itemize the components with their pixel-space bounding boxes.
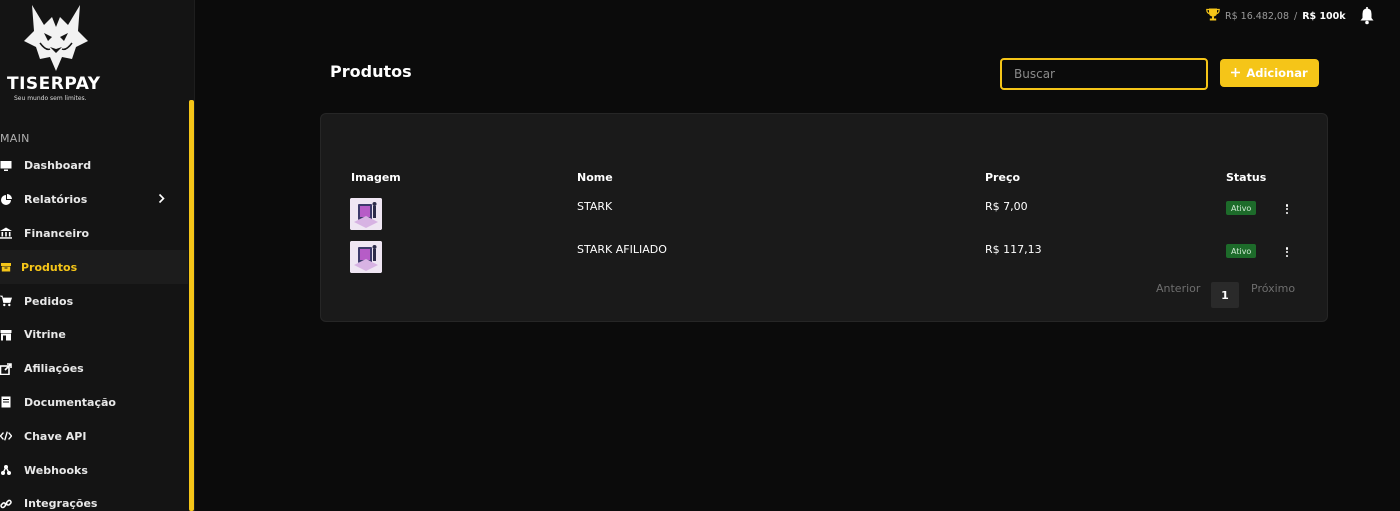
logo[interactable]: TISERPAY Seu mundo sem limites.: [0, 0, 110, 110]
sidebar-item-dashboard[interactable]: Dashboard: [0, 149, 188, 183]
sidebar-item-label: Produtos: [21, 260, 78, 274]
sidebar-item-label: Integrações: [24, 497, 98, 511]
sidebar-item-label: Relatórios: [24, 193, 88, 207]
product-price: R$ 117,13: [985, 243, 1042, 256]
balance-goal: R$ 100k: [1302, 10, 1346, 22]
pagination-previous[interactable]: Anterior: [1156, 282, 1200, 295]
page-title: Produtos: [330, 62, 412, 81]
sidebar-item-label: Pedidos: [24, 294, 74, 308]
row-actions-menu-icon[interactable]: [1283, 202, 1291, 216]
wolf-logo-icon: [24, 5, 88, 71]
code-icon: [0, 430, 12, 442]
sidebar-item-documentacao[interactable]: Documentação: [0, 386, 188, 420]
product-name: STARK: [577, 200, 613, 213]
notification-bell-icon[interactable]: [1359, 7, 1375, 29]
store-icon: [0, 329, 12, 341]
column-header-status: Status: [1226, 171, 1267, 184]
brand-name: TISERPAY: [7, 74, 101, 94]
table-row[interactable]: STARK AFILIADO R$ 117,13 Ativo: [321, 241, 1329, 281]
column-header-name: Nome: [577, 171, 613, 184]
pagination-next[interactable]: Próximo: [1251, 282, 1295, 295]
sidebar-item-vitrine[interactable]: Vitrine: [0, 318, 188, 352]
sidebar-item-chave-api[interactable]: Chave API: [0, 419, 188, 453]
sidebar-item-label: Chave API: [24, 429, 87, 443]
link-icon: [0, 498, 12, 510]
sidebar-item-integracoes[interactable]: Integrações: [0, 487, 188, 511]
bank-icon: [0, 227, 12, 240]
product-name: STARK AFILIADO: [577, 243, 667, 256]
row-actions-menu-icon[interactable]: [1283, 245, 1291, 259]
sidebar-section-label: MAIN: [0, 132, 30, 145]
pagination-page-current[interactable]: 1: [1211, 282, 1239, 308]
status-badge: Ativo: [1226, 201, 1257, 215]
sidebar-item-label: Financeiro: [24, 226, 90, 240]
product-price: R$ 7,00: [985, 200, 1028, 213]
sidebar-item-afiliacoes[interactable]: Afiliações: [0, 352, 188, 386]
sidebar-item-pedidos[interactable]: Pedidos: [0, 284, 188, 318]
balance-separator: /: [1294, 10, 1298, 22]
cart-icon: [0, 295, 12, 307]
balance-indicator: R$ 16.482,08 / R$ 100k: [1206, 8, 1346, 24]
sidebar-item-relatorios[interactable]: Relatórios: [0, 183, 188, 217]
pie-chart-icon: [0, 193, 12, 206]
chevron-right-icon: [158, 193, 165, 206]
search-input[interactable]: [1000, 58, 1208, 90]
table-row[interactable]: STARK R$ 7,00 Ativo: [321, 198, 1329, 238]
sidebar-item-label: Dashboard: [24, 159, 92, 173]
sidebar-nav: Dashboard Relatórios Financeiro Produtos…: [0, 149, 188, 511]
document-icon: [0, 396, 12, 408]
product-thumbnail: [350, 198, 382, 230]
webhook-icon: [0, 464, 12, 476]
sidebar: TISERPAY Seu mundo sem limites. MAIN Das…: [0, 0, 195, 511]
products-table-card: Imagem Nome Preço Status STARK R$ 7,00 A…: [320, 113, 1328, 322]
sidebar-item-webhooks[interactable]: Webhooks: [0, 453, 188, 487]
product-thumbnail: [350, 241, 382, 273]
sidebar-item-label: Documentação: [24, 395, 116, 409]
column-header-price: Preço: [985, 171, 1021, 184]
sidebar-item-label: Vitrine: [24, 328, 66, 342]
box-icon: [0, 261, 12, 273]
sidebar-scrollbar[interactable]: [189, 100, 194, 511]
sidebar-item-produtos[interactable]: Produtos: [0, 250, 188, 285]
column-header-image: Imagem: [351, 171, 401, 184]
plus-icon: [1231, 66, 1241, 80]
app: TISERPAY Seu mundo sem limites. MAIN Das…: [0, 0, 1400, 511]
sidebar-item-financeiro[interactable]: Financeiro: [0, 217, 188, 251]
sidebar-item-label: Afiliações: [24, 362, 84, 376]
balance-current: R$ 16.482,08: [1225, 10, 1290, 22]
add-product-button[interactable]: Adicionar: [1220, 59, 1319, 87]
share-icon: [0, 362, 12, 375]
sidebar-item-label: Webhooks: [24, 463, 88, 477]
status-badge: Ativo: [1226, 244, 1257, 258]
add-button-label: Adicionar: [1246, 66, 1308, 80]
brand-tagline: Seu mundo sem limites.: [14, 95, 87, 102]
trophy-icon: [1206, 8, 1220, 24]
monitor-icon: [0, 160, 12, 172]
